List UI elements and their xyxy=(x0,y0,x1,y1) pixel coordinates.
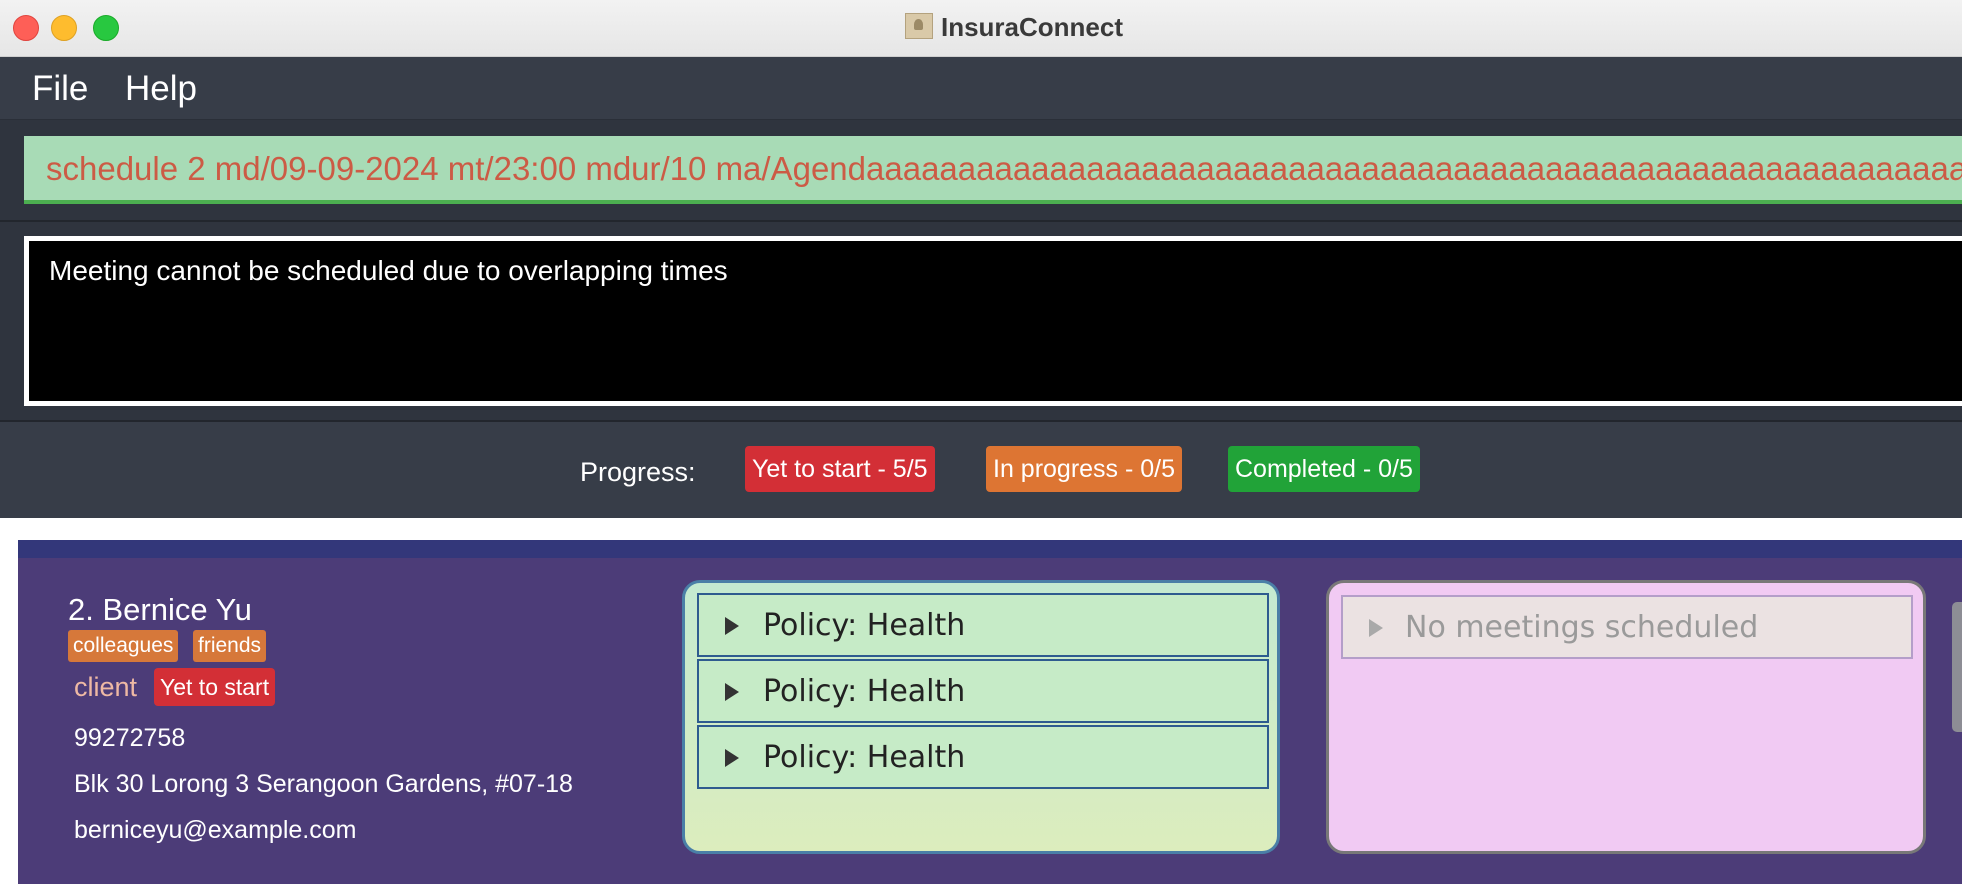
command-input[interactable]: schedule 2 md/09-09-2024 mt/23:00 mdur/1… xyxy=(24,136,1962,204)
person-card[interactable]: 2. Bernice Yu colleagues friends client … xyxy=(18,558,1962,884)
status-badge: Yet to start xyxy=(154,668,276,706)
expand-arrow-icon[interactable] xyxy=(1369,619,1383,637)
policy-list: Policy: Health Policy: Health Policy: He… xyxy=(682,580,1280,854)
completed-badge: Completed - 0/5 xyxy=(1228,446,1420,492)
person-list-panel: 2. Bernice Yu colleagues friends client … xyxy=(0,518,1962,884)
policy-item-label: Policy: Health xyxy=(763,608,966,643)
meeting-placeholder-label: No meetings scheduled xyxy=(1405,610,1759,645)
policy-item-label: Policy: Health xyxy=(763,674,966,709)
result-display[interactable]: Meeting cannot be scheduled due to overl… xyxy=(24,236,1962,406)
command-input-text: schedule 2 md/09-09-2024 mt/23:00 mdur/1… xyxy=(46,150,1962,187)
phone-number: 99272758 xyxy=(74,724,186,752)
result-message: Meeting cannot be scheduled due to overl… xyxy=(49,255,728,286)
person-index-name: 2. Bernice Yu xyxy=(68,592,252,627)
window-title-bar: InsuraConnect xyxy=(0,0,1962,57)
policy-item-label: Policy: Health xyxy=(763,740,966,775)
expand-arrow-icon[interactable] xyxy=(725,617,739,635)
menu-bar: File Help xyxy=(0,57,1962,120)
progress-label: Progress: xyxy=(580,457,696,487)
expand-arrow-icon[interactable] xyxy=(725,749,739,767)
role-label: client xyxy=(74,672,138,702)
meeting-placeholder-item[interactable]: No meetings scheduled xyxy=(1341,595,1913,659)
yet-to-start-badge: Yet to start - 5/5 xyxy=(745,446,935,492)
policy-item[interactable]: Policy: Health xyxy=(697,593,1269,657)
list-scrollbar[interactable] xyxy=(1952,602,1962,732)
window-title: InsuraConnect xyxy=(0,12,1962,43)
policy-item[interactable]: Policy: Health xyxy=(697,725,1269,789)
app-icon xyxy=(904,13,933,39)
progress-summary: Progress: Yet to start - 5/5 In progress… xyxy=(0,422,1962,518)
menu-file[interactable]: File xyxy=(32,69,88,109)
policy-item[interactable]: Policy: Health xyxy=(697,659,1269,723)
address: Blk 30 Lorong 3 Serangoon Gardens, #07-1… xyxy=(74,770,573,798)
person-list[interactable]: 2. Bernice Yu colleagues friends client … xyxy=(18,540,1962,884)
email: berniceyu@example.com xyxy=(74,816,357,844)
window-title-text: InsuraConnect xyxy=(940,12,1124,42)
tag-colleagues: colleagues xyxy=(68,630,179,662)
meeting-list: No meetings scheduled xyxy=(1326,580,1926,854)
expand-arrow-icon[interactable] xyxy=(725,683,739,701)
tag-friends: friends xyxy=(193,630,267,662)
command-box-container: schedule 2 md/09-09-2024 mt/23:00 mdur/1… xyxy=(0,120,1962,222)
menu-help[interactable]: Help xyxy=(125,69,197,109)
in-progress-badge: In progress - 0/5 xyxy=(986,446,1183,492)
result-display-container: Meeting cannot be scheduled due to overl… xyxy=(0,222,1962,422)
